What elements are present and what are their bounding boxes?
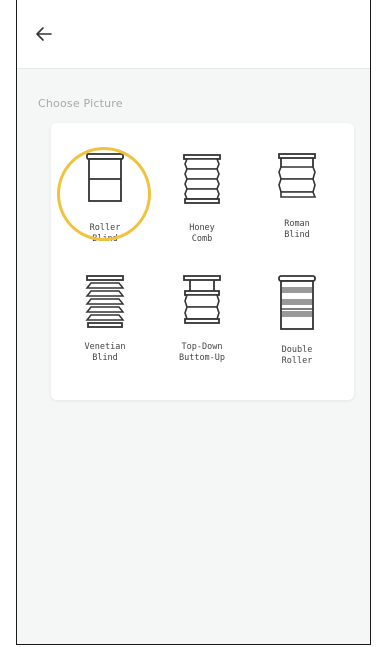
top-down-bottom-up-blind-icon	[183, 275, 221, 324]
section-title: Choose Picture	[38, 97, 123, 110]
label-line-2: Buttom-Up	[178, 352, 226, 363]
double-roller-blind-icon	[278, 275, 316, 330]
blind-type-card: Roller Blind Honey Comb Roman Blind Vene…	[51, 123, 354, 400]
option-double-roller[interactable]: Double Roller	[251, 273, 343, 391]
option-top-down-bottom-up[interactable]: Top-Down Buttom-Up	[156, 273, 248, 391]
option-label: Top-Down Buttom-Up	[156, 342, 248, 363]
label-line-2: Roller	[281, 355, 313, 366]
back-button[interactable]	[29, 21, 59, 47]
label-line-2: Comb	[191, 233, 213, 244]
option-label: Roman Blind	[251, 219, 343, 240]
option-roller-blind[interactable]: Roller Blind	[57, 147, 151, 269]
honeycomb-blind-icon	[183, 154, 221, 204]
venetian-blind-icon	[85, 275, 125, 328]
option-roman-blind[interactable]: Roman Blind	[251, 151, 343, 269]
label-line-1: Top-Down	[181, 342, 223, 352]
roman-blind-icon	[278, 153, 317, 198]
option-label: Venetian Blind	[59, 342, 151, 363]
arrow-left-icon	[36, 27, 52, 41]
label-line-1: Venetian	[84, 342, 126, 352]
label-line-1: Honey	[189, 223, 215, 233]
selection-ring	[57, 147, 151, 241]
label-line-2: Blind	[92, 352, 118, 363]
option-label: Double Roller	[251, 345, 343, 366]
option-label: Honey Comb	[156, 223, 248, 244]
app-bar	[17, 0, 370, 69]
label-line-2: Blind	[284, 229, 310, 240]
option-honeycomb[interactable]: Honey Comb	[156, 151, 248, 269]
option-venetian-blind[interactable]: Venetian Blind	[59, 273, 151, 391]
label-line-1: Double	[281, 345, 313, 355]
phone-screen: Choose Picture Roller Blind Honey Comb R…	[16, 0, 371, 645]
label-line-1: Roman	[284, 219, 310, 229]
